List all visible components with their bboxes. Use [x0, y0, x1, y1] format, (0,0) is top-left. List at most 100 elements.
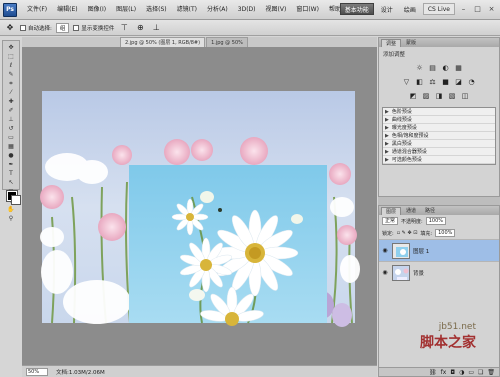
hue-saturation-icon[interactable]: ◧ [416, 78, 424, 86]
zoom-level-field[interactable]: 50% [26, 367, 48, 376]
layer-row-background[interactable]: ◉ 背景 [379, 261, 499, 283]
opacity-field[interactable]: 100% [425, 217, 446, 225]
show-transform-checkbox[interactable] [73, 24, 80, 31]
fill-field[interactable]: 100% [435, 229, 456, 237]
tab-layers[interactable]: 图层 [381, 206, 402, 215]
visibility-eye-icon[interactable]: ◉ [381, 269, 389, 277]
healing-tool-icon[interactable]: ✚ [5, 98, 17, 106]
tab-adjustments[interactable]: 调整 [381, 38, 402, 47]
auto-select-option[interactable]: 自动选择: [20, 24, 52, 32]
menu-analysis[interactable]: 分析(A) [202, 0, 233, 20]
preset-curves[interactable]: ▶ 曲线预设 [383, 116, 495, 124]
close-icon[interactable]: × [486, 4, 497, 15]
document-tab-active[interactable]: 2.jpg @ 50% (图层 1, RGB/8#) [120, 37, 206, 47]
zoom-tool-icon[interactable]: ⚲ [5, 215, 17, 223]
eyedropper-tool-icon[interactable]: ⁄ [5, 89, 17, 97]
tab-channels[interactable]: 通道 [402, 207, 420, 215]
invert-icon[interactable]: ◩ [409, 92, 417, 100]
menu-filter[interactable]: 滤镜(T) [172, 0, 202, 20]
expand-triangle-icon[interactable]: ▶ [385, 124, 389, 131]
align-middle-icon[interactable]: ⊕ [134, 22, 146, 34]
menu-file[interactable]: 文件(F) [22, 0, 52, 20]
lasso-tool-icon[interactable]: ℓ [5, 62, 17, 70]
selective-color-icon[interactable]: ◫ [461, 92, 469, 100]
layer-name[interactable]: 背景 [413, 269, 424, 277]
lock-icons[interactable]: ▫ ✎ ✥ ⊡ [397, 230, 418, 236]
new-adjustment-icon[interactable]: ◑ [459, 369, 464, 376]
gradient-map-icon[interactable]: ▧ [448, 92, 456, 100]
black-white-icon[interactable]: ■ [442, 78, 450, 86]
document-tab[interactable]: 1.jpg @ 50% [206, 37, 248, 47]
tab-paths[interactable]: 路径 [421, 207, 439, 215]
menu-select[interactable]: 选择(S) [141, 0, 172, 20]
expand-triangle-icon[interactable]: ▶ [385, 148, 389, 155]
hand-tool-icon[interactable]: ✋ [5, 206, 17, 214]
menu-layer[interactable]: 图层(L) [111, 0, 141, 20]
preset-channel-mixer[interactable]: ▶ 通道混合器预设 [383, 148, 495, 156]
preset-selective-color[interactable]: ▶ 可选颜色预设 [383, 156, 495, 164]
brush-tool-icon[interactable]: ✐ [5, 107, 17, 115]
marquee-tool-icon[interactable]: ⬚ [5, 53, 17, 61]
gradient-tool-icon[interactable]: ▦ [5, 143, 17, 151]
canvas-area[interactable] [22, 47, 377, 365]
expand-triangle-icon[interactable]: ▶ [385, 156, 389, 163]
posterize-icon[interactable]: ▨ [422, 92, 430, 100]
menu-view[interactable]: 视图(V) [261, 0, 292, 20]
vibrance-icon[interactable]: ▽ [403, 78, 411, 86]
layer-name[interactable]: 图层 1 [413, 247, 429, 255]
visibility-eye-icon[interactable]: ◉ [381, 247, 389, 255]
quick-select-tool-icon[interactable]: ✎ [5, 71, 17, 79]
workspace-essentials-button[interactable]: 基本功能 [339, 3, 374, 15]
cs-live-button[interactable]: CS Live [422, 3, 455, 15]
color-balance-icon[interactable]: ⚖ [429, 78, 437, 86]
link-layers-icon[interactable]: ⛓ [429, 369, 437, 376]
expand-triangle-icon[interactable]: ▶ [385, 108, 389, 115]
preset-levels[interactable]: ▶ 色阶预设 [383, 108, 495, 116]
show-transform-option[interactable]: 显示变换控件 [73, 24, 114, 32]
preset-hue-saturation[interactable]: ▶ 色相/饱和度预设 [383, 132, 495, 140]
expand-triangle-icon[interactable]: ▶ [385, 116, 389, 123]
maximize-icon[interactable]: □ [472, 4, 483, 15]
move-tool-icon[interactable]: ✥ [5, 44, 17, 52]
menu-edit[interactable]: 编辑(E) [52, 0, 82, 20]
align-bottom-icon[interactable]: ⊥ [150, 22, 162, 34]
auto-select-dropdown[interactable]: 组 [55, 22, 70, 33]
minimize-icon[interactable]: – [458, 4, 469, 15]
history-brush-tool-icon[interactable]: ↺ [5, 125, 17, 133]
clone-stamp-tool-icon[interactable]: ⊥ [5, 116, 17, 124]
preset-black-white[interactable]: ▶ 黑白预设 [383, 140, 495, 148]
workspace-painting-button[interactable]: 绘画 [400, 3, 420, 15]
path-select-tool-icon[interactable]: ↖ [5, 179, 17, 187]
photo-filter-icon[interactable]: ◪ [455, 78, 463, 86]
blend-mode-select[interactable]: 正常 [382, 217, 399, 225]
auto-select-checkbox[interactable] [20, 24, 26, 31]
menu-image[interactable]: 图像(I) [83, 0, 111, 20]
layer-style-icon[interactable]: fx [441, 369, 447, 376]
layer-row-1[interactable]: ◉ 图层 1 [379, 239, 499, 261]
expand-triangle-icon[interactable]: ▶ [385, 132, 389, 139]
delete-layer-icon[interactable]: 🗑 [487, 369, 495, 376]
type-tool-icon[interactable]: T [5, 170, 17, 178]
background-color-swatch[interactable] [11, 195, 21, 205]
channel-mixer-icon[interactable]: ◔ [468, 78, 476, 86]
expand-triangle-icon[interactable]: ▶ [385, 140, 389, 147]
tab-masks[interactable]: 蒙版 [402, 39, 420, 47]
threshold-icon[interactable]: ◨ [435, 92, 443, 100]
preset-exposure[interactable]: ▶ 曝光度预设 [383, 124, 495, 132]
curves-icon[interactable]: ◐ [442, 64, 450, 72]
new-layer-icon[interactable]: ❏ [478, 369, 483, 376]
dodge-tool-icon[interactable]: ● [5, 152, 17, 160]
menu-3d[interactable]: 3D(D) [233, 0, 261, 20]
brightness-contrast-icon[interactable]: ☼ [416, 64, 424, 72]
align-top-icon[interactable]: ⊤ [118, 22, 130, 34]
workspace-design-button[interactable]: 设计 [377, 3, 397, 15]
levels-icon[interactable]: ▤ [429, 64, 437, 72]
crop-tool-icon[interactable]: ⌗ [5, 80, 17, 88]
exposure-icon[interactable]: ▦ [455, 64, 463, 72]
document-info[interactable]: 文档:1.03M/2.06M [56, 368, 105, 376]
new-group-icon[interactable]: ▭ [468, 369, 474, 376]
eraser-tool-icon[interactable]: ▭ [5, 134, 17, 142]
menu-window[interactable]: 窗口(W) [291, 0, 324, 20]
move-tool-icon[interactable]: ✥ [4, 22, 16, 34]
add-mask-icon[interactable]: ◘ [450, 369, 455, 376]
